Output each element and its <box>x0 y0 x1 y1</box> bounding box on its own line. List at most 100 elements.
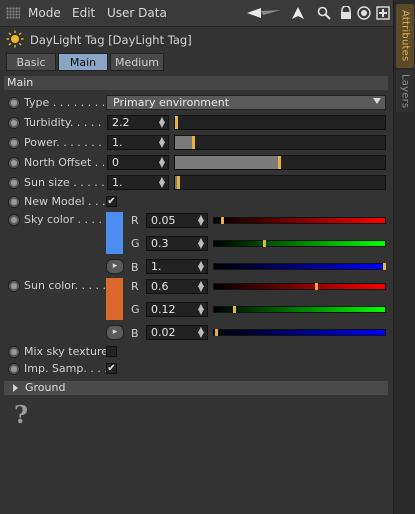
arrow-left-icon[interactable] <box>247 5 281 21</box>
sun-g-field[interactable]: 0.12 ▲ ▼ <box>146 302 208 317</box>
sky-g-bar[interactable] <box>213 240 386 247</box>
keyframe-radio-imp-samp[interactable] <box>8 363 20 375</box>
sun-size-field[interactable]: 1. ▲ ▼ <box>107 175 169 190</box>
tab-attributes[interactable]: Attributes <box>396 4 414 68</box>
keyframe-radio-sky-color[interactable] <box>8 214 20 226</box>
lock-icon[interactable] <box>338 5 354 21</box>
stepper-icon[interactable]: ▲ ▼ <box>159 156 165 169</box>
sun-b-bar[interactable] <box>213 329 386 336</box>
keyframe-radio-sun-size[interactable] <box>8 177 20 189</box>
slider-handle[interactable] <box>215 329 219 336</box>
label-sun-color: Sun color. . . . . <box>24 279 106 292</box>
slider-handle[interactable] <box>263 240 267 247</box>
keyframe-radio-sun-color[interactable] <box>8 280 20 292</box>
tab-main[interactable]: Main <box>58 53 108 71</box>
stepper-icon[interactable]: ▲ ▼ <box>198 326 204 339</box>
object-title: DayLight Tag [DayLight Tag] <box>30 33 192 47</box>
sky-channel-g-label: G <box>131 237 140 250</box>
stepper-icon[interactable]: ▲ ▼ <box>159 116 165 129</box>
slider-handle[interactable] <box>314 283 318 290</box>
sky-g-field[interactable]: 0.3 ▲ ▼ <box>146 236 208 251</box>
keyframe-radio-north-offset[interactable] <box>8 157 20 169</box>
slider-handle[interactable] <box>278 156 281 169</box>
power-field[interactable]: 1. ▲ ▼ <box>107 135 169 150</box>
sky-channel-r-label: R <box>131 214 139 227</box>
search-icon[interactable] <box>316 5 332 21</box>
tab-layers[interactable]: Layers <box>396 70 414 112</box>
sun-icon <box>6 30 24 48</box>
slider-handle[interactable] <box>177 176 181 189</box>
keyframe-radio-type[interactable] <box>8 97 20 109</box>
new-model-checkbox[interactable]: ✔ <box>106 196 117 207</box>
slider-handle[interactable] <box>175 116 179 129</box>
mix-sky-texture-checkbox[interactable] <box>106 346 117 357</box>
sun-color-swatch[interactable] <box>106 278 123 320</box>
stepper-icon[interactable]: ▲ ▼ <box>159 176 165 189</box>
sky-b-field[interactable]: 1. ▲ ▼ <box>146 259 208 274</box>
sun-g-bar[interactable] <box>213 306 386 313</box>
power-value: 1. <box>112 136 123 149</box>
menubar: Mode Edit User Data <box>0 0 393 27</box>
stepper-icon[interactable]: ▲ ▼ <box>198 237 204 250</box>
tab-basic[interactable]: Basic <box>6 53 56 71</box>
slider-handle[interactable] <box>232 306 236 313</box>
sun-r-field[interactable]: 0.6 ▲ ▼ <box>146 279 208 294</box>
keyframe-radio-power[interactable] <box>8 137 20 149</box>
sky-channel-b-label: B <box>131 261 139 274</box>
sun-color-more-button[interactable]: ▸ <box>106 325 124 340</box>
sky-r-bar[interactable] <box>213 217 386 224</box>
stepper-icon[interactable]: ▲ ▼ <box>198 260 204 273</box>
chevron-right-icon <box>13 384 18 392</box>
slider-fill <box>175 156 280 169</box>
slider-handle[interactable] <box>191 136 195 149</box>
menu-edit[interactable]: Edit <box>72 6 95 20</box>
sun-channel-r-label: R <box>131 280 139 293</box>
stepper-icon[interactable]: ▲ ▼ <box>198 280 204 293</box>
slider-handle[interactable] <box>220 217 224 224</box>
sky-b-bar[interactable] <box>213 263 386 270</box>
sun-size-value: 1. <box>112 176 123 189</box>
stepper-icon[interactable]: ▲ ▼ <box>159 136 165 149</box>
sun-b-field[interactable]: 0.02 ▲ ▼ <box>146 325 208 340</box>
power-slider[interactable] <box>174 135 386 150</box>
slider-handle[interactable] <box>383 263 386 270</box>
sky-r-field[interactable]: 0.05 ▲ ▼ <box>146 213 208 228</box>
sun-r-bar[interactable] <box>213 283 386 290</box>
turbidity-value: 2.2 <box>112 116 130 129</box>
sun-size-slider[interactable] <box>174 175 386 190</box>
menu-user-data[interactable]: User Data <box>107 6 167 20</box>
north-offset-value: 0 <box>112 156 119 169</box>
turbidity-slider[interactable] <box>174 115 386 130</box>
turbidity-field[interactable]: 2.2 ▲ ▼ <box>107 115 169 130</box>
tab-medium[interactable]: Medium <box>110 53 164 71</box>
mode-tabs: Basic Main Medium <box>6 53 164 71</box>
north-offset-field[interactable]: 0 ▲ ▼ <box>107 155 169 170</box>
label-imp-samp: Imp. Samp. . . . <box>24 362 108 375</box>
label-power: Power. . . . . . . <box>24 136 102 149</box>
target-icon[interactable] <box>356 5 372 21</box>
help-icon[interactable]: ? <box>14 400 28 429</box>
group-ground[interactable]: Ground <box>4 381 388 395</box>
north-offset-slider[interactable] <box>174 155 386 170</box>
tab-attributes-label: Attributes <box>399 10 411 62</box>
keyframe-radio-mix-sky-texture[interactable] <box>8 346 20 358</box>
label-turbidity: Turbidity. . . . . <box>24 116 102 129</box>
imp-samp-checkbox[interactable]: ✔ <box>106 363 117 374</box>
grip-icon[interactable] <box>6 7 20 19</box>
menu-mode[interactable]: Mode <box>28 6 61 20</box>
sky-color-more-button[interactable]: ▸ <box>106 259 124 274</box>
keyframe-radio-turbidity[interactable] <box>8 117 20 129</box>
keyframe-radio-new-model[interactable] <box>8 196 20 208</box>
row-mix-sky-texture: Mix sky texture <box>0 343 393 361</box>
sky-color-swatch[interactable] <box>106 212 123 254</box>
label-north-offset: North Offset . . <box>24 156 106 169</box>
label-sky-color: Sky color . . . . <box>24 213 103 226</box>
type-dropdown[interactable]: Primary environment <box>106 95 386 110</box>
arrow-up-icon[interactable] <box>290 5 306 21</box>
stepper-icon[interactable]: ▲ ▼ <box>198 303 204 316</box>
group-ground-label: Ground <box>25 381 66 394</box>
sky-r-value: 0.05 <box>151 214 176 227</box>
label-type: Type . . . . . . . . <box>24 96 106 109</box>
new-window-icon[interactable] <box>375 5 391 21</box>
stepper-icon[interactable]: ▲ ▼ <box>198 214 204 227</box>
